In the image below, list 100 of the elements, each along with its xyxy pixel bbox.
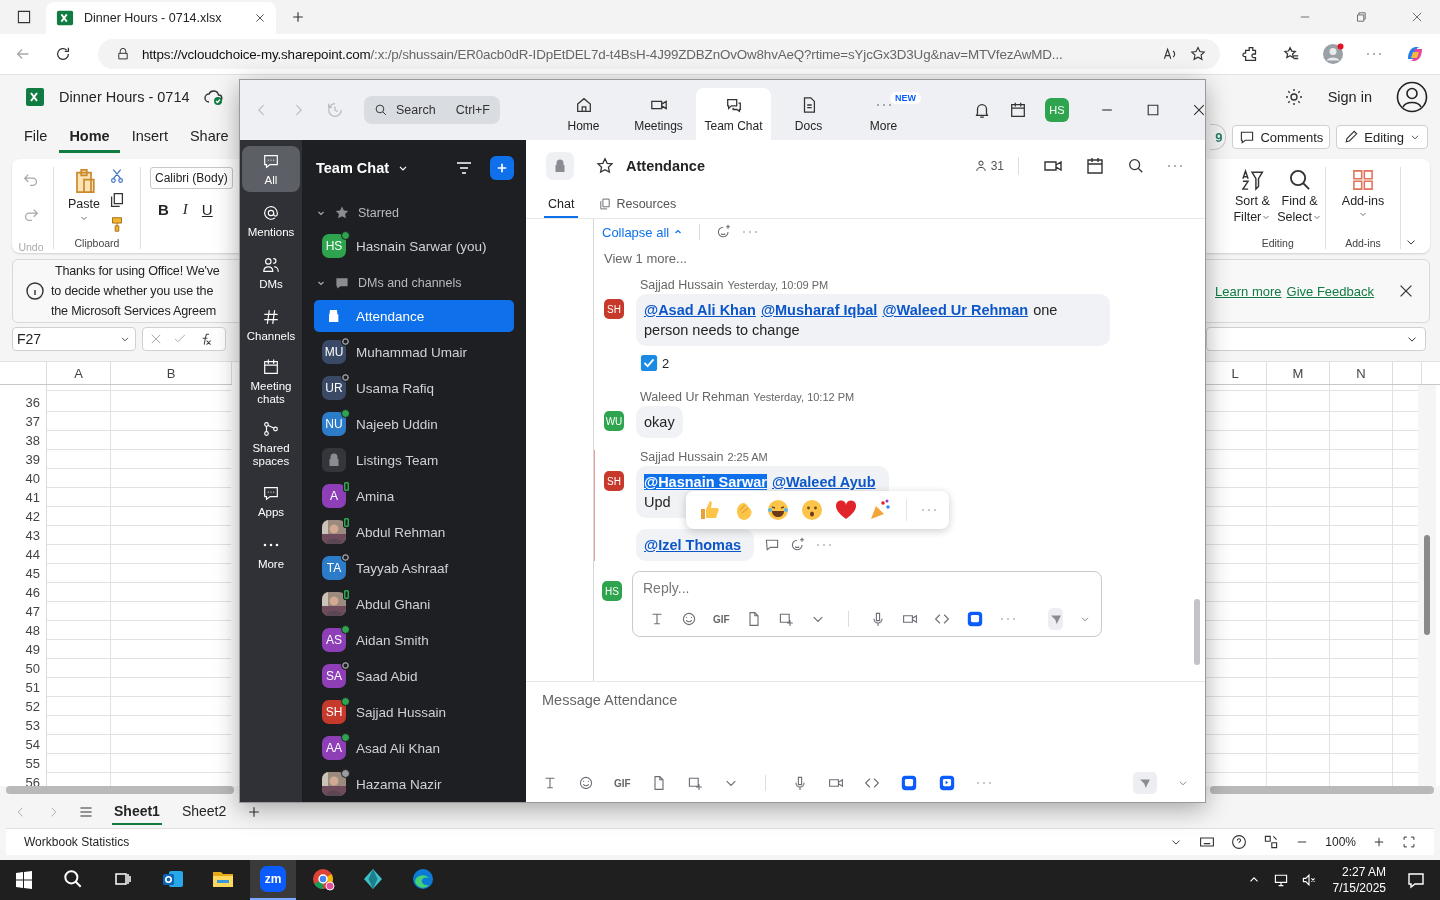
coauthor-count[interactable]: 9 — [1210, 124, 1227, 150]
scrollbar-thumb[interactable] — [1194, 599, 1200, 665]
sheet-tab[interactable]: Sheet2 — [179, 799, 229, 825]
heart-icon[interactable] — [834, 498, 858, 522]
row-header[interactable]: 40 — [0, 469, 46, 488]
document-title[interactable]: Dinner Hours - 0714 — [59, 89, 190, 105]
rail-item[interactable]: Mentions — [242, 198, 300, 244]
reaction-chip[interactable]: 2 — [640, 354, 670, 372]
sheet-tab[interactable]: Sheet1 — [112, 799, 162, 825]
row-header[interactable]: 45 — [0, 564, 46, 583]
bell-icon[interactable] — [973, 101, 991, 119]
collapse-all-link[interactable]: Collapse all — [602, 224, 684, 240]
send-button[interactable] — [1133, 772, 1157, 794]
refresh-icon[interactable] — [54, 45, 72, 63]
chat-list-item[interactable]: Abdul Rehman — [314, 516, 514, 548]
emoji-icon[interactable] — [681, 611, 697, 627]
row-header[interactable]: 42 — [0, 507, 46, 526]
chat-list-item[interactable]: HS Hasnain Sarwar (you) — [314, 230, 514, 262]
chat-list-item[interactable]: AA Asad Ali Khan — [314, 732, 514, 764]
view-icon[interactable] — [1263, 834, 1280, 850]
add-reaction-icon[interactable] — [716, 224, 733, 240]
row-header[interactable]: 51 — [0, 678, 46, 697]
row-header[interactable]: 41 — [0, 488, 46, 507]
gif-button[interactable]: GIF — [614, 777, 631, 789]
browser-icon[interactable] — [311, 867, 335, 891]
ribbon-tab[interactable]: File — [14, 121, 58, 153]
sign-in-link[interactable]: Sign in — [1327, 89, 1372, 105]
list-title[interactable]: Team Chat — [316, 160, 390, 176]
formula-field[interactable] — [1206, 327, 1426, 351]
horizontal-scrollbar[interactable] — [6, 786, 234, 794]
vertical-scrollbar[interactable] — [1418, 385, 1436, 786]
menu-icon[interactable] — [78, 804, 94, 820]
chat-list-item[interactable]: NU Najeeb Uddin — [314, 408, 514, 440]
emoji-icon[interactable] — [578, 775, 594, 791]
search-icon[interactable] — [62, 868, 84, 890]
code-icon[interactable] — [863, 775, 880, 791]
channel-tab[interactable]: Resources — [594, 192, 681, 218]
underline-button[interactable]: U — [201, 201, 213, 218]
nav-tab[interactable]: NEW More — [846, 88, 921, 140]
send-button[interactable] — [1048, 608, 1063, 630]
nav-tab[interactable]: Docs — [771, 88, 846, 140]
search-icon[interactable] — [1127, 157, 1145, 175]
notice-link[interactable]: Learn more — [1215, 283, 1282, 299]
row-header[interactable]: 39 — [0, 450, 46, 469]
address-bar[interactable]: https://vcloudchoice-my.sharepoint.com/:x:/p/shussain/ER0acb0dR-IDpEtDEL7d-t4BsH-4J99ZDBZnOvOw8hvAeQ?rtime=sYjcGx3D3Ug&nav=MTVfezAwMD... — [98, 39, 1220, 69]
sender-name[interactable]: Sajjad Hussain — [640, 450, 724, 464]
chat-list-item[interactable]: SA Saad Abid — [314, 660, 514, 692]
star-icon[interactable] — [1190, 46, 1206, 62]
chat-list-item[interactable]: Listings Team — [314, 444, 514, 476]
rail-item[interactable]: DMs — [242, 250, 300, 296]
read-aloud-icon[interactable] — [1162, 46, 1178, 62]
row-header[interactable]: 43 — [0, 526, 46, 545]
reply-icon[interactable] — [764, 537, 781, 553]
add-reaction-icon[interactable] — [790, 537, 807, 553]
channel-tab[interactable]: Chat — [544, 192, 579, 218]
maximize-icon[interactable] — [1145, 102, 1161, 118]
message-field[interactable]: Message Attendance GIF — [526, 682, 1205, 802]
restore-icon[interactable] — [1354, 10, 1368, 24]
new-chat-button[interactable] — [490, 156, 514, 180]
diamond-icon[interactable] — [361, 867, 385, 891]
nav-tab[interactable]: Team Chat — [696, 88, 771, 140]
chat-list-item[interactable]: SH Sajjad Hussain — [314, 696, 514, 728]
sender-name[interactable]: Waleed Ur Rehman — [640, 390, 750, 404]
column-header[interactable]: M — [1267, 362, 1330, 384]
cell-grid[interactable] — [1204, 385, 1418, 786]
view-more-link[interactable]: View 1 more... — [604, 251, 687, 266]
new-tab-icon[interactable] — [290, 9, 306, 25]
app-icon[interactable] — [899, 774, 918, 792]
screenshot-icon[interactable] — [777, 611, 794, 627]
name-box[interactable]: F27 — [12, 327, 136, 351]
keyboard-icon[interactable] — [1199, 834, 1216, 850]
row-header[interactable]: 55 — [0, 754, 46, 773]
horizontal-scrollbar[interactable] — [1210, 786, 1434, 794]
zoom-in-icon[interactable] — [1372, 835, 1386, 849]
ribbon-tab[interactable]: Home — [59, 121, 120, 153]
mention-link[interactable]: @Hasnain Sarwar — [644, 474, 767, 490]
column-header[interactable]: A — [47, 362, 111, 384]
text-format-icon[interactable] — [649, 611, 665, 627]
row-header[interactable]: 52 — [0, 697, 46, 716]
status-text[interactable]: Workbook Statistics — [24, 835, 130, 849]
mention-link[interactable]: @Asad Ali Khan — [644, 302, 756, 318]
laughing-face-icon[interactable] — [766, 498, 790, 522]
scissors-icon[interactable] — [108, 167, 126, 185]
row-header[interactable]: 53 — [0, 716, 46, 735]
column-header[interactable]: B — [111, 362, 232, 384]
editing-button[interactable]: Editing — [1336, 125, 1428, 149]
row-header[interactable]: 47 — [0, 602, 46, 621]
rail-item[interactable]: More — [242, 530, 300, 576]
surprised-face-icon[interactable] — [800, 498, 824, 522]
row-header[interactable]: 37 — [0, 412, 46, 431]
mention-link[interactable]: @Izel Thomas — [644, 537, 742, 553]
rail-item[interactable]: Apps — [242, 478, 300, 524]
clock[interactable]: 2:27 AM 7/15/2025 — [1332, 864, 1386, 896]
chat-list-item[interactable]: Abdul Ghani — [314, 588, 514, 620]
rail-item[interactable]: All — [242, 146, 300, 192]
code-icon[interactable] — [934, 611, 951, 627]
settings-icon[interactable] — [1283, 87, 1304, 107]
channel-title[interactable]: Attendance — [626, 158, 705, 174]
chat-list-item[interactable]: AS Aidan Smith — [314, 624, 514, 656]
section-title[interactable]: DMs and channels — [358, 276, 462, 290]
